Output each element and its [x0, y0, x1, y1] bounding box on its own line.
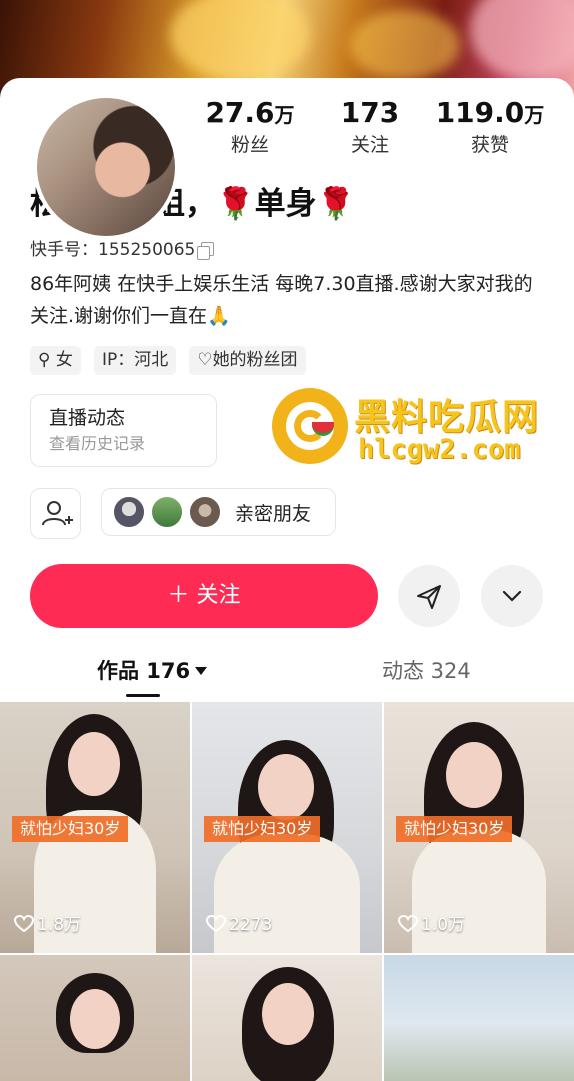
stat-likes[interactable]: 119.0万 获赞	[420, 96, 560, 158]
kuaishou-id: 快手号：155250065	[30, 235, 215, 260]
video-thumbnail[interactable]: 就怕少妇30岁 2273	[192, 702, 382, 953]
avatar[interactable]	[33, 94, 179, 240]
video-thumbnail[interactable]: 就怕少妇30岁 1.0万	[384, 702, 574, 953]
friend-avatar	[150, 495, 184, 529]
video-grid: 就怕少妇30岁 1.8万 就怕少妇30岁 2273 就怕少妇30岁 1.0万	[0, 702, 574, 1081]
watermark-url: hlcgw2.com	[358, 434, 521, 465]
close-friends-label: 亲密朋友	[235, 503, 312, 525]
live-history-title: 直播动态	[49, 407, 126, 429]
stat-following[interactable]: 173 关注	[300, 96, 440, 158]
rose-icon: 🌹	[216, 186, 255, 222]
more-button[interactable]	[481, 565, 543, 627]
stat-likes-label: 获赞	[470, 134, 509, 156]
tab-moments[interactable]: 动态 324	[382, 655, 471, 685]
heart-icon	[13, 914, 35, 933]
rose-icon: 🌹	[316, 186, 356, 222]
stat-followers-label: 粉丝	[230, 134, 269, 156]
video-caption: 就怕少妇30岁	[12, 816, 129, 842]
friend-avatar	[112, 495, 146, 529]
video-thumbnail[interactable]	[192, 955, 382, 1081]
chevron-down-icon	[502, 590, 522, 602]
watermark: 黑料吃瓜网 hlcgw2.com	[272, 386, 562, 470]
video-thumbnail[interactable]	[384, 955, 574, 1081]
video-caption: 就怕少妇30岁	[204, 816, 321, 842]
video-thumbnail[interactable]: 就怕少妇30岁 1.8万	[0, 702, 190, 953]
stat-following-label: 关注	[350, 134, 389, 156]
video-likes: 1.8万	[13, 910, 81, 935]
watermark-title: 黑料吃瓜网	[354, 397, 540, 438]
heart-icon	[205, 914, 227, 933]
gender-tag: ⚲ 女	[30, 346, 81, 375]
live-history-subtitle: 查看历史记录	[49, 434, 146, 453]
friend-avatar	[188, 495, 222, 529]
share-button[interactable]	[398, 565, 460, 627]
video-thumbnail[interactable]	[0, 955, 190, 1081]
female-icon: ⚲	[38, 350, 51, 370]
video-likes: 2273	[205, 914, 272, 935]
tab-works[interactable]: 作品 176	[97, 655, 208, 685]
watermark-logo	[272, 388, 348, 464]
ip-tag: IP：河北	[93, 346, 177, 375]
tab-underline	[126, 694, 160, 697]
profile-bio: 86年阿姨 在快手上娱乐生活 每晚7.30直播.感谢大家对我的关注.谢谢你们一直…	[30, 273, 533, 327]
add-user-icon	[42, 501, 73, 526]
video-caption: 就怕少妇30岁	[396, 816, 513, 842]
follow-button[interactable]: ＋ 关注	[30, 564, 378, 628]
copy-icon[interactable]	[197, 242, 215, 260]
fan-group-tag[interactable]: ♡她的粉丝团	[189, 346, 306, 375]
live-history-button[interactable]: 直播动态 查看历史记录	[30, 394, 217, 467]
video-likes: 1.0万	[397, 910, 465, 935]
stat-followers[interactable]: 27.6万 粉丝	[180, 96, 320, 158]
close-friends-button[interactable]: 亲密朋友	[101, 488, 336, 536]
heart-icon	[397, 914, 419, 933]
send-icon	[417, 585, 441, 609]
caret-down-icon	[195, 667, 208, 675]
profile-tags: ⚲ 女 IP：河北 ♡她的粉丝团	[30, 346, 314, 376]
add-friend-button[interactable]	[30, 488, 81, 539]
heart-outline-icon: ♡	[197, 350, 213, 370]
